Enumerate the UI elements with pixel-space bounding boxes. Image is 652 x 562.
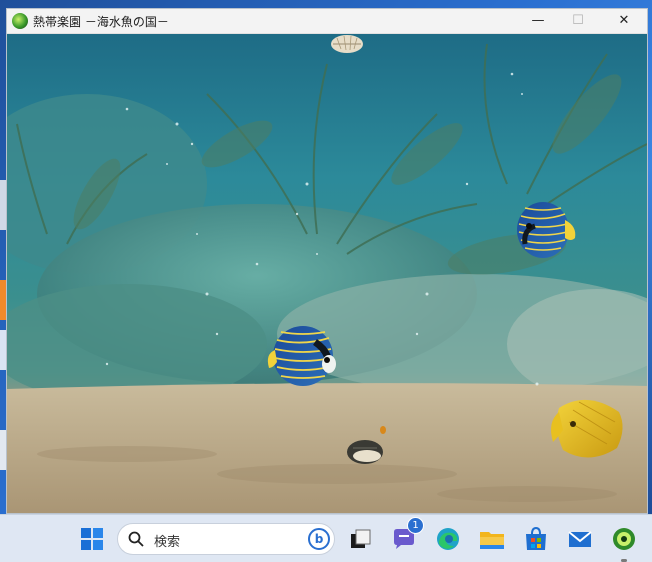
store-button[interactable] [520, 523, 552, 555]
aquarium-app-button[interactable] [608, 523, 640, 562]
task-view-icon [351, 529, 371, 548]
taskbar: 検索 b 1 [0, 514, 652, 562]
task-view-button[interactable] [344, 523, 376, 555]
search-placeholder: 検索 [154, 535, 181, 550]
maximize-button[interactable]: ☐ [555, 9, 601, 33]
title-bar[interactable]: 熱帯楽園 －海水魚の国－ — ☐ ✕ [7, 9, 647, 34]
shell[interactable] [331, 35, 363, 53]
mail-button[interactable] [564, 523, 596, 555]
start-button[interactable] [76, 523, 108, 555]
edge-button[interactable] [432, 523, 464, 555]
mail-icon [568, 531, 592, 547]
bing-icon[interactable]: b [308, 528, 330, 550]
edge-icon [437, 528, 459, 550]
app-icon[interactable] [12, 13, 28, 29]
file-explorer-button[interactable] [476, 523, 508, 555]
aquarium-canvas [7, 35, 647, 513]
taskbar-search-box[interactable]: 検索 b [117, 523, 335, 555]
search-icon [128, 531, 144, 547]
windows-start-icon [81, 528, 103, 550]
shell[interactable] [347, 440, 383, 464]
angelfish[interactable] [517, 202, 576, 258]
file-explorer-icon [480, 532, 504, 549]
small-fish[interactable] [380, 426, 386, 434]
teams-chat-button[interactable]: 1 [388, 517, 424, 555]
store-icon [526, 526, 546, 550]
window-title: 熱帯楽園 －海水魚の国－ [33, 15, 169, 29]
close-button[interactable]: ✕ [601, 9, 647, 33]
app-window: 熱帯楽園 －海水魚の国－ — ☐ ✕ [6, 8, 648, 514]
notification-badge: 1 [407, 517, 424, 534]
aquarium-app-icon [613, 528, 635, 550]
aquarium-scene[interactable] [7, 34, 647, 513]
